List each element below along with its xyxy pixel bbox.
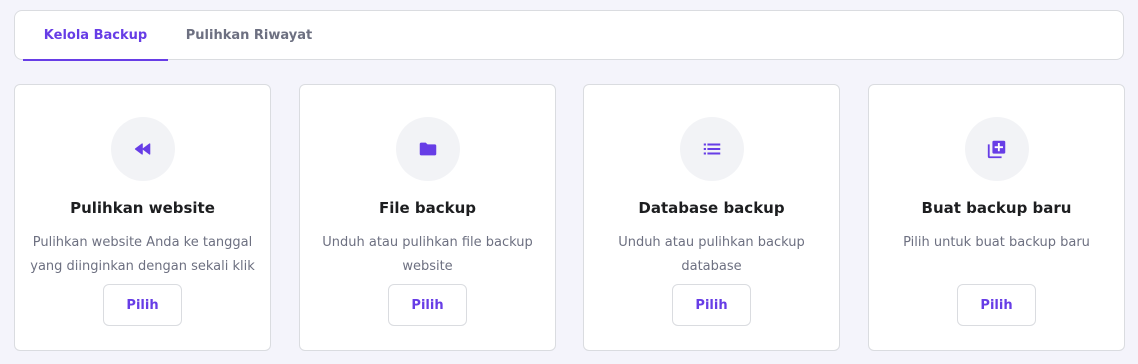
card-file-backup: File backup Unduh atau pulihkan file bac… — [299, 84, 556, 351]
pick-button-restore-website[interactable]: Pilih — [103, 284, 182, 326]
card-title: File backup — [378, 199, 477, 217]
card-title: Pulihkan website — [70, 199, 215, 217]
pick-button-new-backup[interactable]: Pilih — [957, 284, 1036, 326]
tab-pulihkan-riwayat[interactable]: Pulihkan Riwayat — [177, 11, 321, 60]
backup-tabs: Kelola Backup Pulihkan Riwayat — [14, 10, 1124, 61]
folder-icon — [419, 142, 437, 156]
card-description: Pulihkan website Anda ke tanggal yang di… — [30, 235, 255, 274]
card-new-backup: Buat backup baru Pilih untuk buat backup… — [868, 84, 1125, 351]
add-box-icon — [987, 140, 1006, 159]
card-title: Buat backup baru — [921, 199, 1072, 217]
pick-button-database-backup[interactable]: Pilih — [672, 284, 751, 326]
card-description: Pilih untuk buat backup baru — [903, 235, 1090, 250]
card-description: Unduh atau pulihkan backup database — [618, 235, 805, 274]
icon-badge — [396, 117, 460, 181]
pick-button-file-backup[interactable]: Pilih — [388, 284, 467, 326]
rewind-icon — [134, 143, 151, 155]
tab-kelola-backup[interactable]: Kelola Backup — [23, 11, 168, 61]
list-icon — [703, 143, 721, 155]
icon-badge — [965, 117, 1029, 181]
card-description: Unduh atau pulihkan file backup website — [322, 235, 533, 274]
card-title: Database backup — [638, 199, 785, 217]
icon-badge — [680, 117, 744, 181]
card-restore-website: Pulihkan website Pulihkan website Anda k… — [14, 84, 271, 351]
icon-badge — [111, 117, 175, 181]
card-database-backup: Database backup Unduh atau pulihkan back… — [583, 84, 840, 351]
